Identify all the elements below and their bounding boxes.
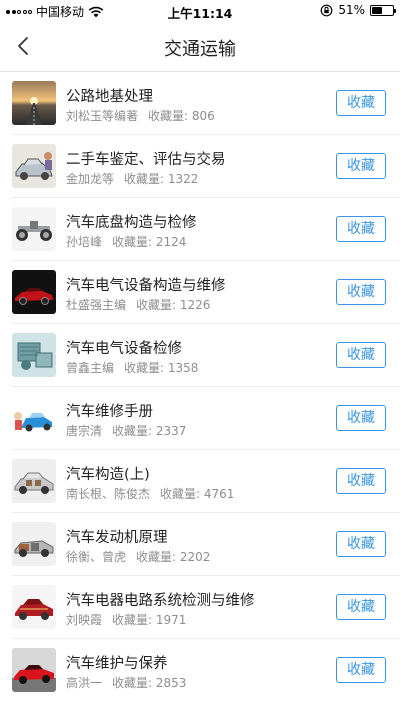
book-item[interactable]: 汽车电气设备构造与维修 杜盛强主编 收藏量: 1226 收藏 bbox=[12, 261, 400, 324]
fav-count: 2124 bbox=[155, 235, 187, 249]
book-author: 刘映霞 bbox=[66, 613, 103, 627]
book-item[interactable]: 汽车发动机原理 徐衡、曾虎 收藏量: 2202 收藏 bbox=[12, 513, 400, 576]
favorite-button[interactable]: 收藏 bbox=[336, 342, 386, 368]
book-author: 唐宗清 bbox=[66, 424, 103, 438]
fav-count-label: 收藏量: bbox=[136, 550, 177, 564]
status-right: 51% bbox=[320, 3, 396, 17]
fav-count-label: 收藏量: bbox=[112, 424, 153, 438]
book-title[interactable]: 汽车电器电路系统检测与维修 bbox=[66, 589, 255, 610]
fav-count: 2202 bbox=[179, 550, 211, 564]
book-meta: 徐衡、曾虎 收藏量: 2202 bbox=[66, 548, 210, 565]
fav-count: 4761 bbox=[203, 487, 235, 501]
fav-count-label: 收藏量: bbox=[124, 361, 165, 375]
book-title[interactable]: 汽车发动机原理 bbox=[66, 526, 168, 547]
book-title[interactable]: 公路地基处理 bbox=[66, 85, 153, 106]
book-title[interactable]: 汽车电气设备检修 bbox=[66, 337, 182, 358]
book-cover-image[interactable] bbox=[12, 522, 56, 566]
book-item[interactable]: 二手车鉴定、评估与交易 金加龙等 收藏量: 1322 收藏 bbox=[12, 135, 400, 198]
favorite-button[interactable]: 收藏 bbox=[336, 216, 386, 242]
book-item[interactable]: 汽车构造(上) 南长根、陈俊杰 收藏量: 4761 收藏 bbox=[12, 450, 400, 513]
book-cover-image[interactable] bbox=[12, 459, 56, 503]
book-meta: 刘松玉等编著 收藏量: 806 bbox=[66, 107, 215, 124]
book-author: 曾鑫主编 bbox=[66, 361, 115, 375]
fav-count-label: 收藏量: bbox=[112, 676, 153, 690]
engine-parts-image bbox=[12, 333, 56, 377]
status-bar: 中国移动 上午11:14 51% bbox=[0, 0, 400, 21]
book-author: 杜盛强主编 bbox=[66, 298, 127, 312]
fav-count: 1226 bbox=[179, 298, 211, 312]
book-cover-image[interactable] bbox=[12, 270, 56, 314]
book-cover-image[interactable] bbox=[12, 585, 56, 629]
book-meta: 金加龙等 收藏量: 1322 bbox=[66, 170, 198, 187]
book-meta: 南长根、陈俊杰 收藏量: 4761 bbox=[66, 485, 234, 502]
book-cover-image[interactable] bbox=[12, 333, 56, 377]
fav-count: 1322 bbox=[167, 172, 199, 186]
fav-count-label: 收藏量: bbox=[160, 487, 201, 501]
book-author: 金加龙等 bbox=[66, 172, 115, 186]
favorite-button[interactable]: 收藏 bbox=[336, 531, 386, 557]
book-title[interactable]: 汽车维修手册 bbox=[66, 400, 153, 421]
fav-count: 2337 bbox=[155, 424, 187, 438]
book-title[interactable]: 汽车构造(上) bbox=[66, 463, 150, 484]
fav-count-label: 收藏量: bbox=[112, 613, 153, 627]
book-author: 南长根、陈俊杰 bbox=[66, 487, 151, 501]
battery-percent: 51% bbox=[338, 3, 365, 17]
chassis-image bbox=[12, 207, 56, 251]
book-meta: 曾鑫主编 收藏量: 1358 bbox=[66, 359, 198, 376]
engine-cutaway-image bbox=[12, 522, 56, 566]
nav-bar: 交通运输 bbox=[0, 20, 400, 72]
book-cover-image[interactable] bbox=[12, 207, 56, 251]
book-title[interactable]: 二手车鉴定、评估与交易 bbox=[66, 148, 226, 169]
blue-car-cartoon-image bbox=[12, 396, 56, 440]
rotation-lock-icon bbox=[320, 4, 333, 16]
book-meta: 唐宗清 收藏量: 2337 bbox=[66, 422, 186, 439]
book-cover-image[interactable] bbox=[12, 648, 56, 692]
book-title[interactable]: 汽车维护与保养 bbox=[66, 652, 168, 673]
book-author: 高洪一 bbox=[66, 676, 103, 690]
fav-count: 2853 bbox=[155, 676, 187, 690]
book-item[interactable]: 汽车电气设备检修 曾鑫主编 收藏量: 1358 收藏 bbox=[12, 324, 400, 387]
book-cover-image[interactable] bbox=[12, 144, 56, 188]
favorite-button[interactable]: 收藏 bbox=[336, 594, 386, 620]
fav-count-label: 收藏量: bbox=[112, 235, 153, 249]
fav-count: 1971 bbox=[155, 613, 187, 627]
book-item[interactable]: 汽车底盘构造与检修 孙培峰 收藏量: 2124 收藏 bbox=[12, 198, 400, 261]
favorite-button[interactable]: 收藏 bbox=[336, 153, 386, 179]
battery-icon bbox=[370, 4, 396, 16]
favorite-button[interactable]: 收藏 bbox=[336, 90, 386, 116]
road-sunset-image bbox=[12, 81, 56, 125]
red-car-dark-image bbox=[12, 270, 56, 314]
car-cutaway-image bbox=[12, 459, 56, 503]
book-meta: 刘映霞 收藏量: 1971 bbox=[66, 611, 186, 628]
favorite-button[interactable]: 收藏 bbox=[336, 657, 386, 683]
favorite-button[interactable]: 收藏 bbox=[336, 405, 386, 431]
book-meta: 孙培峰 收藏量: 2124 bbox=[66, 233, 186, 250]
book-meta: 杜盛强主编 收藏量: 1226 bbox=[66, 296, 210, 313]
red-sports-car-image bbox=[12, 648, 56, 692]
book-cover-image[interactable] bbox=[12, 81, 56, 125]
book-author: 徐衡、曾虎 bbox=[66, 550, 127, 564]
book-list: 公路地基处理 刘松玉等编著 收藏量: 806 收藏 二手车鉴定、评估与交易 金加龙… bbox=[0, 72, 400, 702]
book-title[interactable]: 汽车电气设备构造与维修 bbox=[66, 274, 226, 295]
red-car-xray-image bbox=[12, 585, 56, 629]
book-meta: 高洪一 收藏量: 2853 bbox=[66, 674, 186, 691]
car-sketch-image bbox=[12, 144, 56, 188]
book-cover-image[interactable] bbox=[12, 396, 56, 440]
book-author: 刘松玉等编著 bbox=[66, 109, 139, 123]
battery-fill bbox=[372, 6, 383, 14]
favorite-button[interactable]: 收藏 bbox=[336, 468, 386, 494]
fav-count-label: 收藏量: bbox=[124, 172, 165, 186]
fav-count-label: 收藏量: bbox=[136, 298, 177, 312]
book-item[interactable]: 汽车电器电路系统检测与维修 刘映霞 收藏量: 1971 收藏 bbox=[12, 576, 400, 639]
favorite-button[interactable]: 收藏 bbox=[336, 279, 386, 305]
book-item[interactable]: 汽车维护与保养 高洪一 收藏量: 2853 收藏 bbox=[12, 639, 400, 702]
fav-count: 1358 bbox=[167, 361, 199, 375]
book-item[interactable]: 公路地基处理 刘松玉等编著 收藏量: 806 收藏 bbox=[12, 72, 400, 135]
page-title: 交通运输 bbox=[164, 39, 236, 60]
fav-count: 806 bbox=[191, 109, 215, 123]
fav-count-label: 收藏量: bbox=[148, 109, 189, 123]
book-title[interactable]: 汽车底盘构造与检修 bbox=[66, 211, 197, 232]
book-item[interactable]: 汽车维修手册 唐宗清 收藏量: 2337 收藏 bbox=[12, 387, 400, 450]
book-author: 孙培峰 bbox=[66, 235, 103, 249]
